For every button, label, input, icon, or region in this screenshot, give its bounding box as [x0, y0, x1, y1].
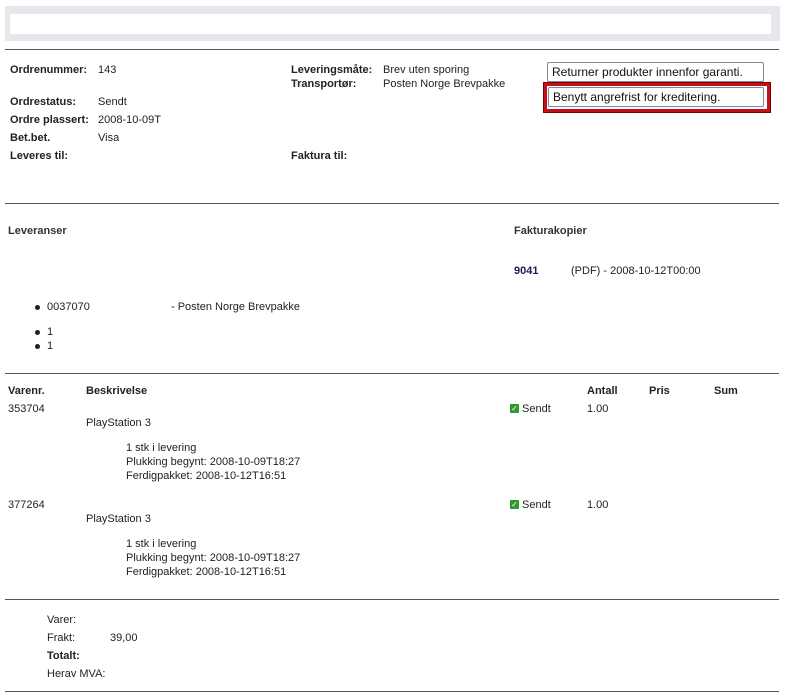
freight-value: 39,00	[110, 632, 138, 644]
deliveries-title: Leveranser	[8, 225, 67, 237]
row-status: Sendt	[522, 403, 551, 415]
carrier-label: Transportør:	[291, 78, 357, 90]
invoice-to-label: Faktura til:	[291, 150, 348, 162]
divider	[5, 599, 779, 600]
top-bar	[5, 6, 780, 41]
row-item-no: 353704	[8, 403, 45, 415]
bullet-icon	[35, 305, 40, 310]
deliver-to-label: Leveres til:	[10, 150, 69, 162]
order-placed-label: Ordre plassert:	[10, 114, 89, 126]
row-detail: Ferdigpakket: 2008-10-12T16:51	[126, 566, 287, 578]
carrier-value: Posten Norge Brevpakke	[383, 78, 506, 90]
row-detail: 1 stk i levering	[126, 538, 197, 550]
divider	[5, 373, 779, 374]
order-status-label: Ordrestatus:	[10, 96, 77, 108]
divider	[5, 203, 779, 204]
vat-label: Herav MVA:	[47, 668, 106, 680]
bullet-icon	[35, 344, 40, 349]
row-item-no: 377264	[8, 499, 45, 511]
row-detail: 1 stk i levering	[126, 442, 197, 454]
col-header-quantity: Antall	[587, 385, 618, 397]
row-detail: Ferdigpakket: 2008-10-12T16:51	[126, 470, 287, 482]
divider	[5, 49, 779, 50]
delivery-method-label: Leveringsmåte:	[291, 64, 373, 76]
total-label: Totalt:	[47, 650, 80, 662]
order-placed-value: 2008-10-09T	[98, 114, 161, 126]
payment-label: Bet.bet.	[10, 132, 51, 144]
check-icon: ✓	[510, 500, 519, 509]
bullet-icon	[35, 330, 40, 335]
row-product-name: PlayStation 3	[86, 513, 151, 525]
col-header-item-no: Varenr.	[8, 385, 45, 397]
return-warranty-button[interactable]: Returner produkter innenfor garanti.	[547, 62, 764, 82]
delivery-method-value: Brev uten sporing	[383, 64, 470, 76]
check-icon: ✓	[510, 404, 519, 413]
row-product-name: PlayStation 3	[86, 417, 151, 429]
sub-item: 1	[47, 340, 54, 352]
order-status-value: Sendt	[98, 96, 127, 108]
sub-item: 1	[47, 326, 54, 338]
withdrawal-credit-button[interactable]: Benytt angrefrist for kreditering.	[548, 87, 764, 107]
payment-value: Visa	[98, 132, 120, 144]
divider	[5, 691, 779, 692]
freight-label: Frakt:	[47, 632, 76, 644]
row-status: Sendt	[522, 499, 551, 511]
row-detail: Plukking begynt: 2008-10-09T18:27	[126, 552, 301, 564]
row-detail: Plukking begynt: 2008-10-09T18:27	[126, 456, 301, 468]
row-quantity: 1.00	[587, 499, 609, 511]
invoice-description: (PDF) - 2008-10-12T00:00	[571, 265, 701, 277]
shipment-id[interactable]: 0037070	[47, 301, 90, 313]
top-bar-field	[10, 14, 771, 34]
col-header-price: Pris	[649, 385, 670, 397]
invoice-number-link[interactable]: 9041	[514, 265, 538, 277]
col-header-sum: Sum	[714, 385, 738, 397]
col-header-description: Beskrivelse	[86, 385, 148, 397]
row-quantity: 1.00	[587, 403, 609, 415]
order-number-label: Ordrenummer:	[10, 64, 88, 76]
invoices-title: Fakturakopier	[514, 225, 587, 237]
shipment-carrier: - Posten Norge Brevpakke	[171, 301, 301, 313]
goods-label: Varer:	[47, 614, 77, 626]
order-number-value: 143	[98, 64, 117, 76]
